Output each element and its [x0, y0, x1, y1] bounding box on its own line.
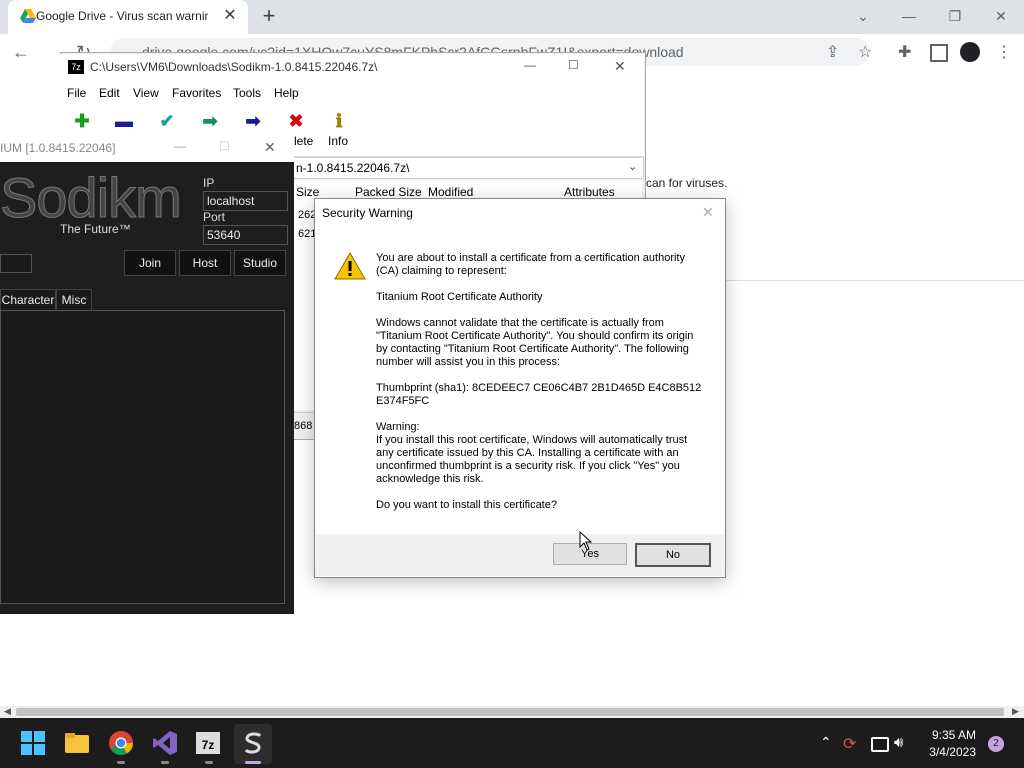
scroll-left-icon[interactable]: ◀ — [4, 706, 11, 717]
chevron-up-icon[interactable]: ⌃ — [820, 734, 832, 751]
virus-scan-text: can for viruses. — [646, 176, 728, 190]
sevenzip-title: C:\Users\VM6\Downloads\Sodikm-1.0.8415.2… — [90, 60, 378, 74]
visual-studio-icon[interactable] — [152, 730, 178, 756]
test-icon[interactable]: ✔ — [154, 110, 180, 132]
tab-character[interactable]: Character — [0, 289, 56, 311]
chevron-down-icon[interactable]: ⌄ — [628, 160, 637, 173]
update-icon[interactable]: ⟳ — [843, 734, 856, 754]
ip-label: IP — [203, 176, 215, 190]
file-explorer-icon[interactable] — [64, 730, 90, 756]
running-indicator — [117, 761, 125, 764]
warning-text: If you install this root certificate, Wi… — [376, 434, 688, 485]
dialog-intro-text: You are about to install a certificate f… — [376, 252, 685, 277]
port-label: Port — [203, 210, 226, 224]
close-icon[interactable]: ✕ — [614, 58, 626, 75]
menu-tools[interactable]: Tools — [233, 86, 261, 100]
add-icon[interactable]: ✚ — [69, 110, 95, 132]
copy-icon[interactable]: ➡ — [197, 110, 223, 132]
warning-title: Warning: — [376, 421, 420, 433]
share-icon[interactable]: ⇪ — [826, 42, 839, 62]
menu-help[interactable]: Help — [274, 86, 299, 100]
restore-icon[interactable]: ❐ — [932, 4, 978, 28]
chrome-icon[interactable] — [108, 730, 134, 756]
info-label: Info — [328, 134, 349, 148]
port-input[interactable]: 53640 — [203, 225, 288, 245]
move-icon[interactable]: ➡ — [240, 110, 266, 132]
google-drive-icon — [20, 9, 36, 23]
maximize-icon[interactable]: ☐ — [219, 139, 230, 153]
host-button[interactable]: Host — [179, 250, 231, 276]
ip-input[interactable]: localhost — [203, 191, 288, 211]
sodikm-tagline: The Future™ — [60, 222, 131, 236]
extensions-icon[interactable]: ✚ — [898, 42, 911, 62]
status-text: 868 — [294, 420, 313, 432]
close-window-icon[interactable]: ✕ — [978, 4, 1024, 28]
menu-favorites[interactable]: Favorites — [172, 86, 221, 100]
minimize-icon[interactable]: — — [886, 4, 932, 28]
close-icon[interactable]: ✕ — [702, 204, 714, 221]
column-attributes[interactable]: Attributes — [564, 185, 615, 199]
warning-icon — [334, 252, 366, 280]
sodikm-content-panel — [0, 310, 285, 604]
running-indicator — [161, 761, 169, 764]
install-question: Do you want to install this certificate? — [376, 499, 557, 511]
new-tab-button[interactable]: + — [256, 4, 282, 30]
column-size[interactable]: Size — [296, 185, 319, 199]
info-icon[interactable]: ℹ — [326, 110, 352, 132]
dialog-title: Security Warning — [322, 206, 413, 220]
windows-start-icon[interactable] — [20, 730, 46, 756]
menu-edit[interactable]: Edit — [99, 86, 120, 100]
delete-icon[interactable]: ✖ — [283, 110, 309, 132]
minimize-icon[interactable]: — — [524, 58, 536, 72]
extract-icon[interactable]: ▬ — [111, 110, 137, 132]
sodikm-taskbar-icon[interactable] — [240, 730, 266, 756]
browser-tab-title: Google Drive - Virus scan warnin — [36, 9, 208, 23]
menu-view[interactable]: View — [133, 86, 159, 100]
active-indicator — [245, 761, 261, 764]
maximize-icon[interactable]: ☐ — [568, 58, 579, 72]
notification-badge[interactable]: 2 — [988, 736, 1004, 752]
scroll-right-icon[interactable]: ▶ — [1012, 706, 1019, 717]
clock-time[interactable]: 9:35 AM — [928, 728, 976, 742]
no-button[interactable]: No — [635, 543, 711, 567]
close-icon[interactable]: ✕ — [264, 139, 276, 156]
path-text: n-1.0.8415.22046.7z\ — [296, 161, 410, 175]
join-button[interactable]: Join — [124, 250, 176, 276]
tab-misc[interactable]: Misc — [56, 289, 92, 311]
chevron-down-icon[interactable]: ⌄ — [840, 4, 886, 28]
sevenzip-taskbar-icon[interactable]: 7z — [196, 732, 220, 754]
star-icon[interactable]: ☆ — [858, 42, 872, 62]
mouse-cursor-icon — [579, 531, 593, 551]
side-panel-icon[interactable] — [930, 44, 948, 62]
delete-label: lete — [294, 134, 314, 148]
sodikm-logo: Sodikm — [0, 166, 182, 230]
divider — [726, 280, 1024, 281]
volume-icon[interactable]: 🔊︎ — [894, 734, 903, 751]
sodikm-title: IUM [1.0.8415.22046] — [0, 141, 116, 155]
column-packed-size[interactable]: Packed Size — [355, 185, 422, 199]
studio-button[interactable]: Studio — [234, 250, 286, 276]
back-arrow-icon[interactable]: ← — [12, 42, 30, 63]
sevenzip-app-icon: 7z — [68, 60, 84, 74]
scrollbar-thumb[interactable] — [16, 708, 1004, 716]
more-menu-icon[interactable]: ⋮ — [996, 42, 1012, 62]
minimize-icon[interactable]: — — [174, 139, 186, 153]
menu-file[interactable]: File — [67, 86, 86, 100]
thumbprint-text: Thumbprint (sha1): 8CEDEEC7 CE06C4B7 2B1… — [376, 382, 702, 407]
ca-name-text: Titanium Root Certificate Authority — [376, 291, 543, 303]
clock-date[interactable]: 3/4/2023 — [924, 745, 976, 759]
close-tab-icon[interactable]: ✕ — [220, 6, 240, 26]
column-modified[interactable]: Modified — [428, 185, 473, 199]
validation-text: Windows cannot validate that the certifi… — [376, 317, 694, 368]
running-indicator — [205, 761, 213, 764]
network-icon[interactable] — [871, 737, 889, 752]
profile-avatar-icon[interactable] — [960, 42, 980, 62]
username-input[interactable] — [0, 254, 32, 273]
